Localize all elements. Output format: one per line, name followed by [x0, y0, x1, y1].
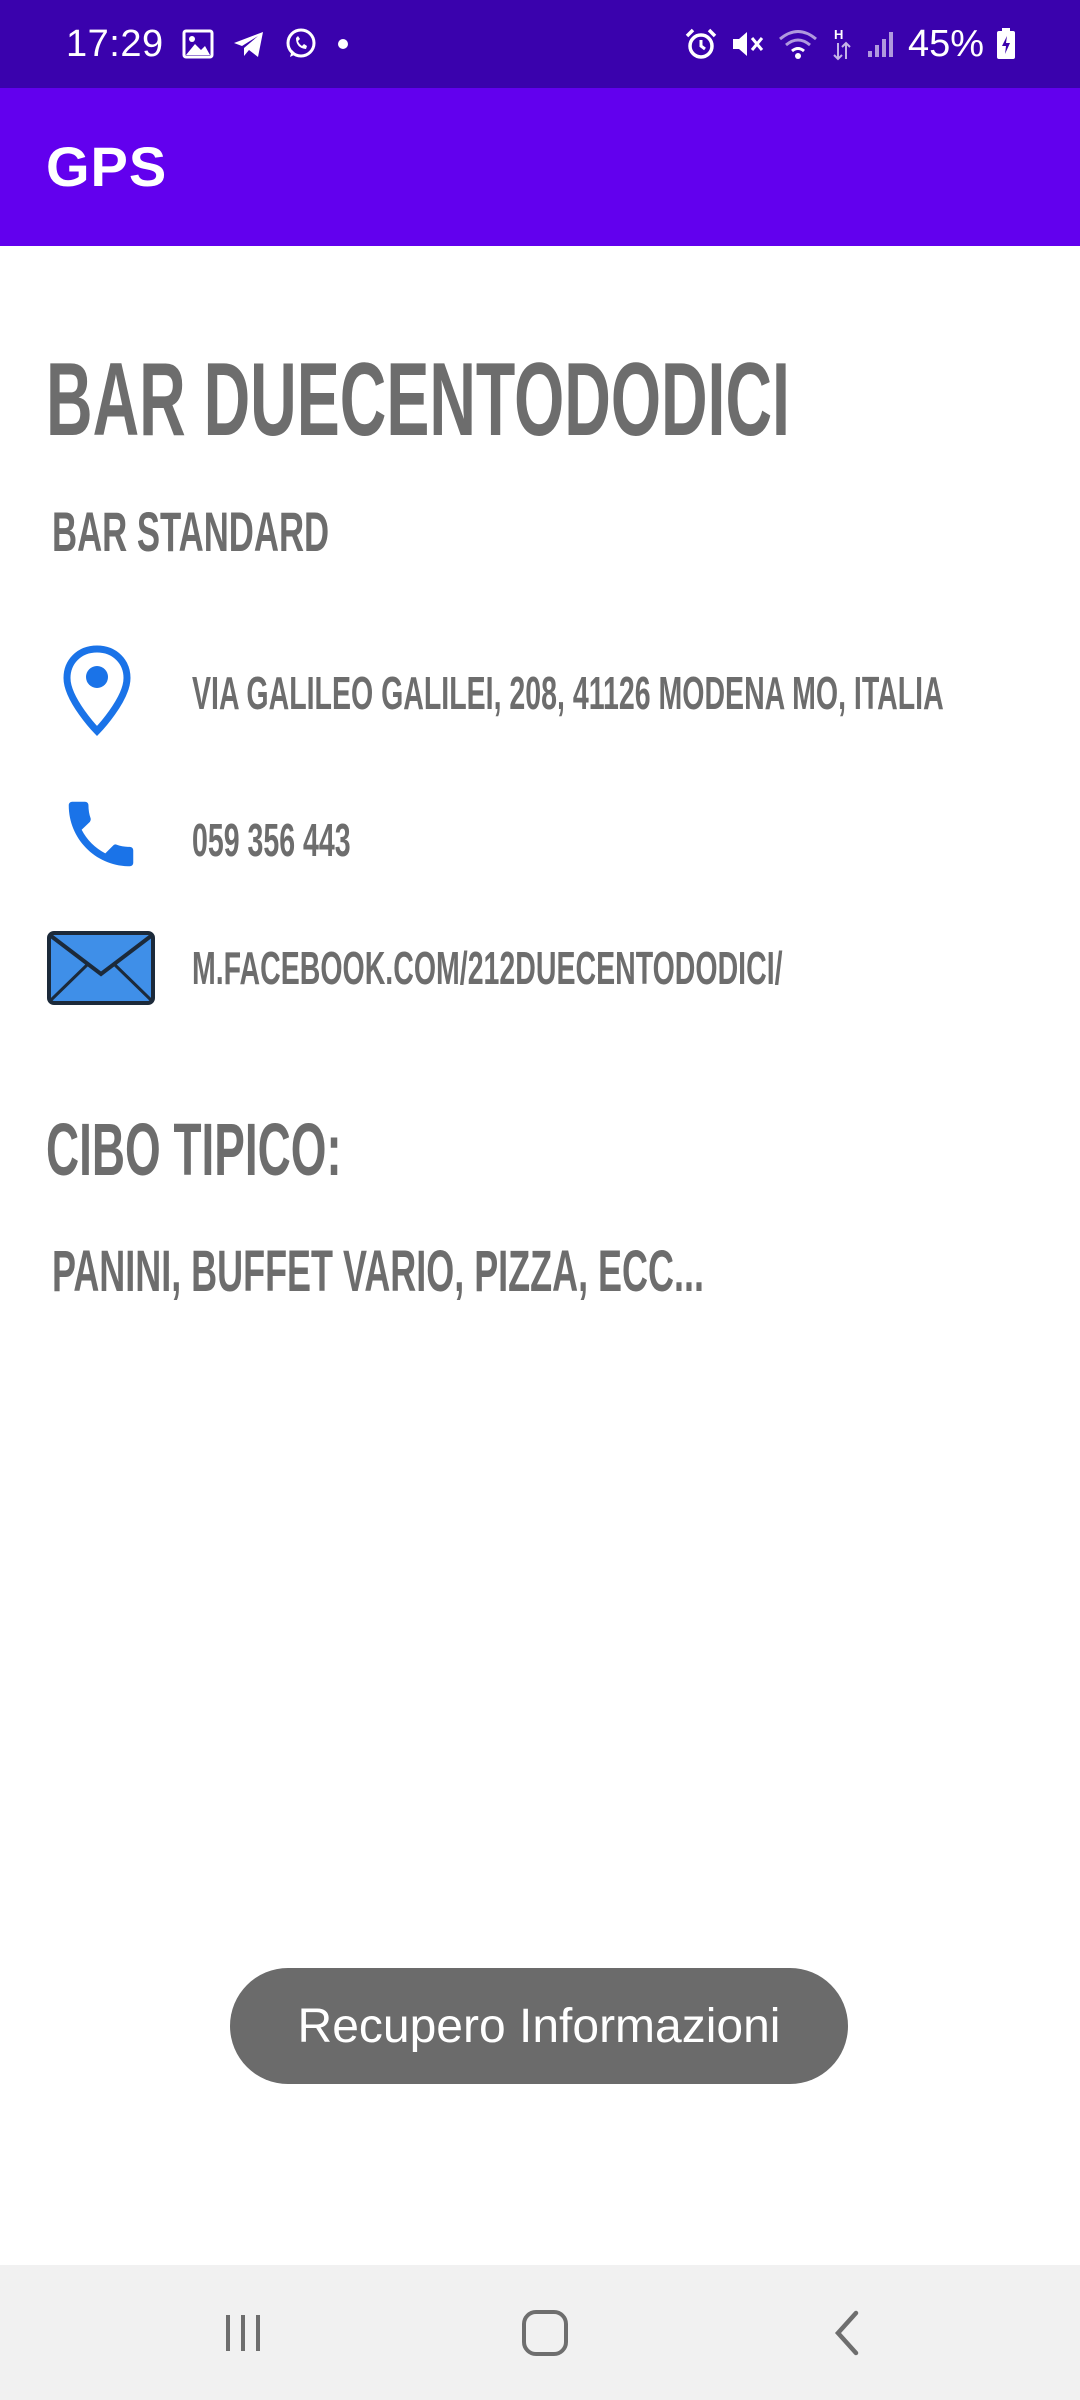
website-text-wrap: M.FACEBOOK.COM/212DUECENTODODICI/ [192, 918, 1080, 1018]
food-items: PANINI, BUFFET VARIO, PIZZA, ECC... [52, 1240, 1080, 1304]
status-right: H 45% [684, 0, 1016, 88]
food-items-text: PANINI, BUFFET VARIO, PIZZA, ECC... [52, 1239, 704, 1304]
address-text: VIA GALILEO GALILEI, 208, 41126 MODENA M… [192, 667, 944, 719]
whatsapp-icon [284, 27, 318, 61]
recents-button[interactable] [173, 2265, 313, 2400]
location-pin-icon [63, 645, 131, 737]
alarm-icon [684, 27, 718, 61]
home-icon [522, 2309, 568, 2356]
dot-icon [336, 37, 350, 51]
navigation-bar [0, 2265, 1080, 2400]
website-text: M.FACEBOOK.COM/212DUECENTODODICI/ [192, 942, 783, 994]
signal-icon [866, 29, 896, 59]
svg-text:H: H [834, 27, 843, 42]
data-h-icon: H [830, 26, 854, 62]
phone-icon [68, 801, 134, 867]
back-icon [834, 2310, 859, 2355]
address-row[interactable]: VIA GALILEO GALILEI, 208, 41126 MODENA M… [0, 643, 1080, 743]
telegram-icon [232, 29, 266, 59]
recents-icon [226, 2314, 260, 2351]
battery-icon [996, 28, 1016, 60]
status-time: 17:29 [66, 22, 164, 65]
mute-icon [730, 27, 766, 61]
phone-row[interactable]: 059 356 443 [0, 790, 1080, 890]
phone-text-wrap: 059 356 443 [192, 790, 448, 890]
place-name: BAR DUECENTODODICI [46, 345, 1080, 455]
wifi-icon [778, 28, 818, 60]
place-category-text: BAR STANDARD [52, 500, 330, 563]
status-left: 17:29 [66, 0, 350, 88]
back-button[interactable] [778, 2265, 918, 2400]
home-button[interactable] [475, 2265, 615, 2400]
image-icon [182, 29, 214, 59]
place-category: BAR STANDARD [52, 502, 499, 562]
app-bar: GPS [0, 88, 1080, 246]
phone-text: 059 356 443 [192, 814, 351, 866]
app-title: GPS [46, 135, 168, 198]
food-section-title-text: CIBO TIPICO: [46, 1108, 342, 1191]
address-text-wrap: VIA GALILEO GALILEI, 208, 41126 MODENA M… [192, 643, 1080, 743]
status-bar: 17:29 H 45% [0, 0, 1080, 88]
toast: Recupero Informazioni [230, 1968, 848, 2084]
envelope-icon [47, 931, 155, 1005]
toast-message: Recupero Informazioni [297, 1999, 781, 2053]
food-section-title: CIBO TIPICO: [46, 1110, 523, 1190]
battery-percentage: 45% [907, 22, 984, 65]
website-row[interactable]: M.FACEBOOK.COM/212DUECENTODODICI/ [0, 930, 1080, 1030]
place-name-text: BAR DUECENTODODICI [46, 342, 790, 458]
